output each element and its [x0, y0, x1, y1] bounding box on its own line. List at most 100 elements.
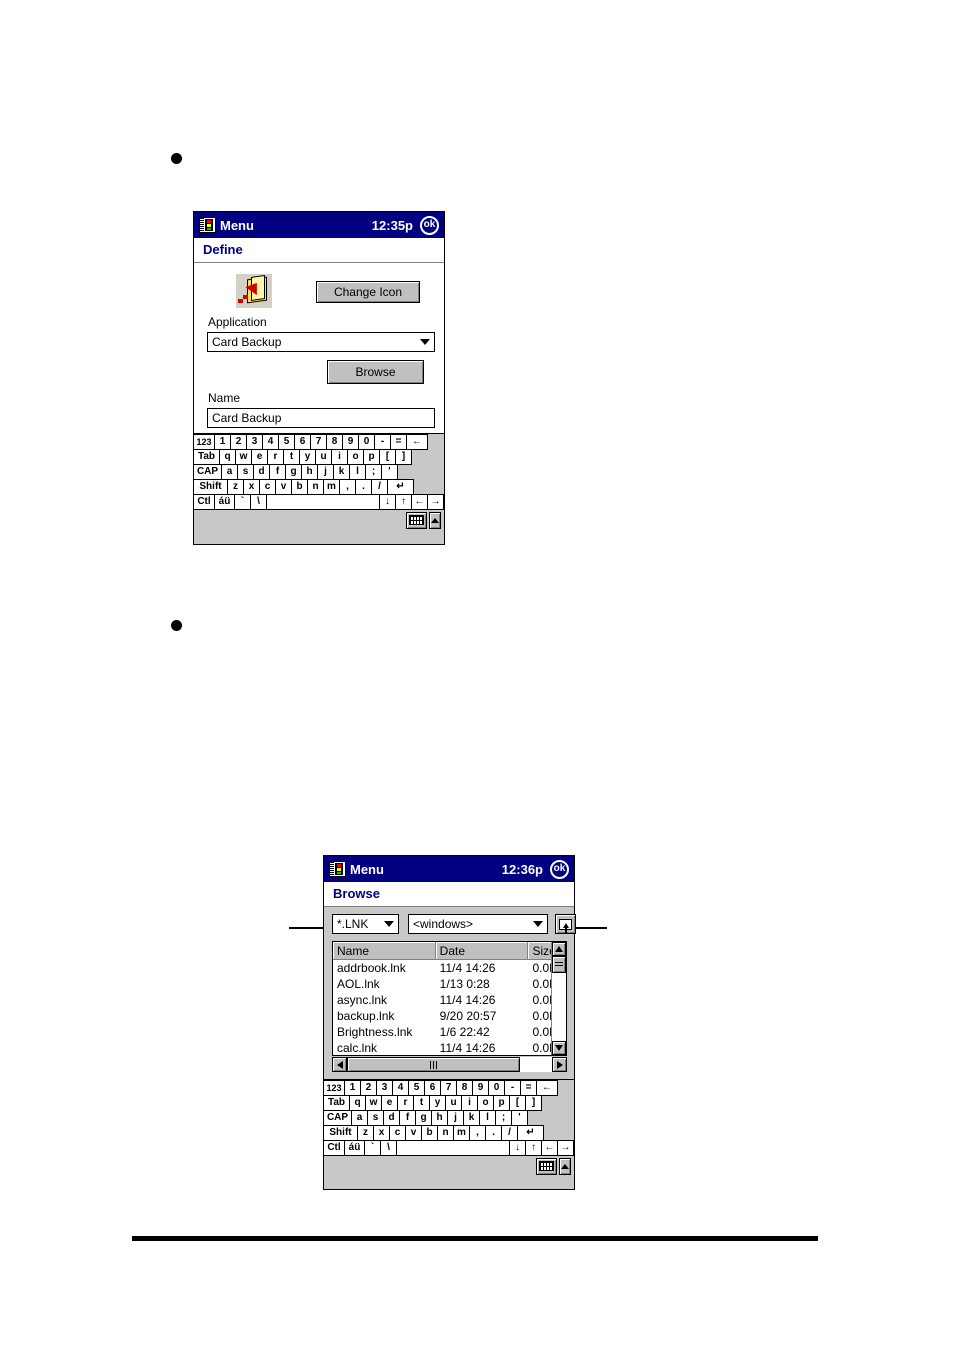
key-b[interactable]: b	[421, 1125, 438, 1141]
key-←[interactable]: ←	[406, 434, 428, 450]
key-h[interactable]: h	[301, 464, 318, 480]
define-soft-keyboard[interactable]: 123 1 2 3 4 5 6 7 8 9 0- = ← Tab q w e r t y u i o p[] CAP a s d f g h…	[193, 433, 444, 531]
key-l[interactable]: l	[479, 1110, 496, 1126]
key-b[interactable]: b	[291, 479, 308, 495]
key-=[interactable]: =	[520, 1080, 537, 1096]
key-áü[interactable]: áü	[214, 494, 235, 510]
key-s[interactable]: s	[367, 1110, 384, 1126]
key-8[interactable]: 8	[456, 1080, 473, 1096]
soft-keyboard-icon[interactable]	[406, 511, 427, 529]
key-4[interactable]: 4	[392, 1080, 409, 1096]
key-←[interactable]: ←	[411, 494, 428, 510]
scroll-track-vertical[interactable]	[552, 973, 566, 1041]
key-f[interactable]: f	[399, 1110, 416, 1126]
key-5[interactable]: 5	[278, 434, 295, 450]
key-,[interactable]: ,	[339, 479, 356, 495]
key-.[interactable]: .	[485, 1125, 502, 1141]
key-c[interactable]: c	[389, 1125, 406, 1141]
key-CAP[interactable]: CAP	[193, 464, 222, 480]
define-ok-button[interactable]: ok	[420, 215, 439, 235]
key-c[interactable]: c	[259, 479, 276, 495]
key-j[interactable]: j	[447, 1110, 464, 1126]
key-↓[interactable]: ↓	[509, 1140, 526, 1156]
application-dropdown[interactable]: Card Backup	[207, 332, 435, 352]
key-z[interactable]: z	[357, 1125, 374, 1141]
key-][interactable]: ]	[395, 449, 412, 465]
key-3[interactable]: 3	[376, 1080, 393, 1096]
table-row[interactable]: addrbook.lnk 11/4 14:26 0.0K	[333, 960, 566, 976]
key-w[interactable]: w	[365, 1095, 382, 1111]
key-,[interactable]: ,	[469, 1125, 486, 1141]
key-space[interactable]	[266, 494, 380, 510]
key-Ctl[interactable]: Ctl	[323, 1140, 345, 1156]
key-d[interactable]: d	[253, 464, 270, 480]
key-4[interactable]: 4	[262, 434, 279, 450]
key-[[interactable]: [	[509, 1095, 526, 1111]
key-d[interactable]: d	[383, 1110, 400, 1126]
key-q[interactable]: q	[349, 1095, 366, 1111]
scroll-up-button[interactable]	[552, 942, 566, 956]
key-e[interactable]: e	[381, 1095, 398, 1111]
key-2[interactable]: 2	[230, 434, 247, 450]
change-icon-button[interactable]: Change Icon	[316, 281, 420, 303]
key-9[interactable]: 9	[472, 1080, 489, 1096]
key-[[interactable]: [	[379, 449, 396, 465]
key-Shift[interactable]: Shift	[193, 479, 228, 495]
key-\[interactable]: \	[380, 1140, 397, 1156]
scroll-track-horizontal[interactable]	[520, 1057, 552, 1072]
key-y[interactable]: y	[299, 449, 316, 465]
key-9[interactable]: 9	[342, 434, 359, 450]
key-l[interactable]: l	[349, 464, 366, 480]
column-header-date[interactable]: Date	[435, 942, 529, 960]
key-'[interactable]: '	[511, 1110, 528, 1126]
key-3[interactable]: 3	[246, 434, 263, 450]
key-0[interactable]: 0	[358, 434, 375, 450]
key--[interactable]: -	[374, 434, 391, 450]
browse-soft-keyboard[interactable]: 123 1 2 3 4 5 6 7 8 9 0- = ← Tab q w e r t y u i o p[] CAP a s d f g h…	[323, 1079, 574, 1177]
key-←[interactable]: ←	[536, 1080, 558, 1096]
key-u[interactable]: u	[445, 1095, 462, 1111]
key-;[interactable]: ;	[495, 1110, 512, 1126]
key-↵[interactable]: ↵	[517, 1125, 544, 1141]
key--[interactable]: -	[504, 1080, 521, 1096]
key-\[interactable]: \	[250, 494, 267, 510]
key-r[interactable]: r	[267, 449, 284, 465]
key-123[interactable]: 123	[193, 434, 215, 450]
key-CAP[interactable]: CAP	[323, 1110, 352, 1126]
key-j[interactable]: j	[317, 464, 334, 480]
key-↑[interactable]: ↑	[395, 494, 412, 510]
key-8[interactable]: 8	[326, 434, 343, 450]
input-panel-chevron[interactable]	[559, 1157, 571, 1175]
soft-keyboard-icon[interactable]	[536, 1157, 557, 1175]
key-5[interactable]: 5	[408, 1080, 425, 1096]
key-n[interactable]: n	[437, 1125, 454, 1141]
key-'[interactable]: '	[381, 464, 398, 480]
key-123[interactable]: 123	[323, 1080, 345, 1096]
folder-dropdown[interactable]: <windows>	[408, 914, 548, 934]
scroll-right-button[interactable]	[552, 1057, 567, 1072]
key-t[interactable]: t	[413, 1095, 430, 1111]
key-=[interactable]: =	[390, 434, 407, 450]
key-1[interactable]: 1	[214, 434, 231, 450]
file-list[interactable]: Name Date Size addrbook.lnk 11/4 14:26 0.0…	[332, 941, 567, 1056]
key-g[interactable]: g	[285, 464, 302, 480]
table-row[interactable]: backup.lnk 9/20 20:57 0.0K	[333, 1008, 566, 1024]
key-/[interactable]: /	[371, 479, 388, 495]
key-v[interactable]: v	[275, 479, 292, 495]
key-t[interactable]: t	[283, 449, 300, 465]
key-2[interactable]: 2	[360, 1080, 377, 1096]
key-/[interactable]: /	[501, 1125, 518, 1141]
key-q[interactable]: q	[219, 449, 236, 465]
scroll-thumb-vertical[interactable]	[552, 956, 566, 973]
key-g[interactable]: g	[415, 1110, 432, 1126]
key-áü[interactable]: áü	[344, 1140, 365, 1156]
key-p[interactable]: p	[363, 449, 380, 465]
key-Shift[interactable]: Shift	[323, 1125, 358, 1141]
key-k[interactable]: k	[463, 1110, 480, 1126]
key-w[interactable]: w	[235, 449, 252, 465]
input-panel-chevron[interactable]	[429, 511, 441, 529]
key-o[interactable]: o	[347, 449, 364, 465]
browse-ok-button[interactable]: ok	[550, 859, 569, 879]
key-↵[interactable]: ↵	[387, 479, 414, 495]
key-→[interactable]: →	[427, 494, 444, 510]
